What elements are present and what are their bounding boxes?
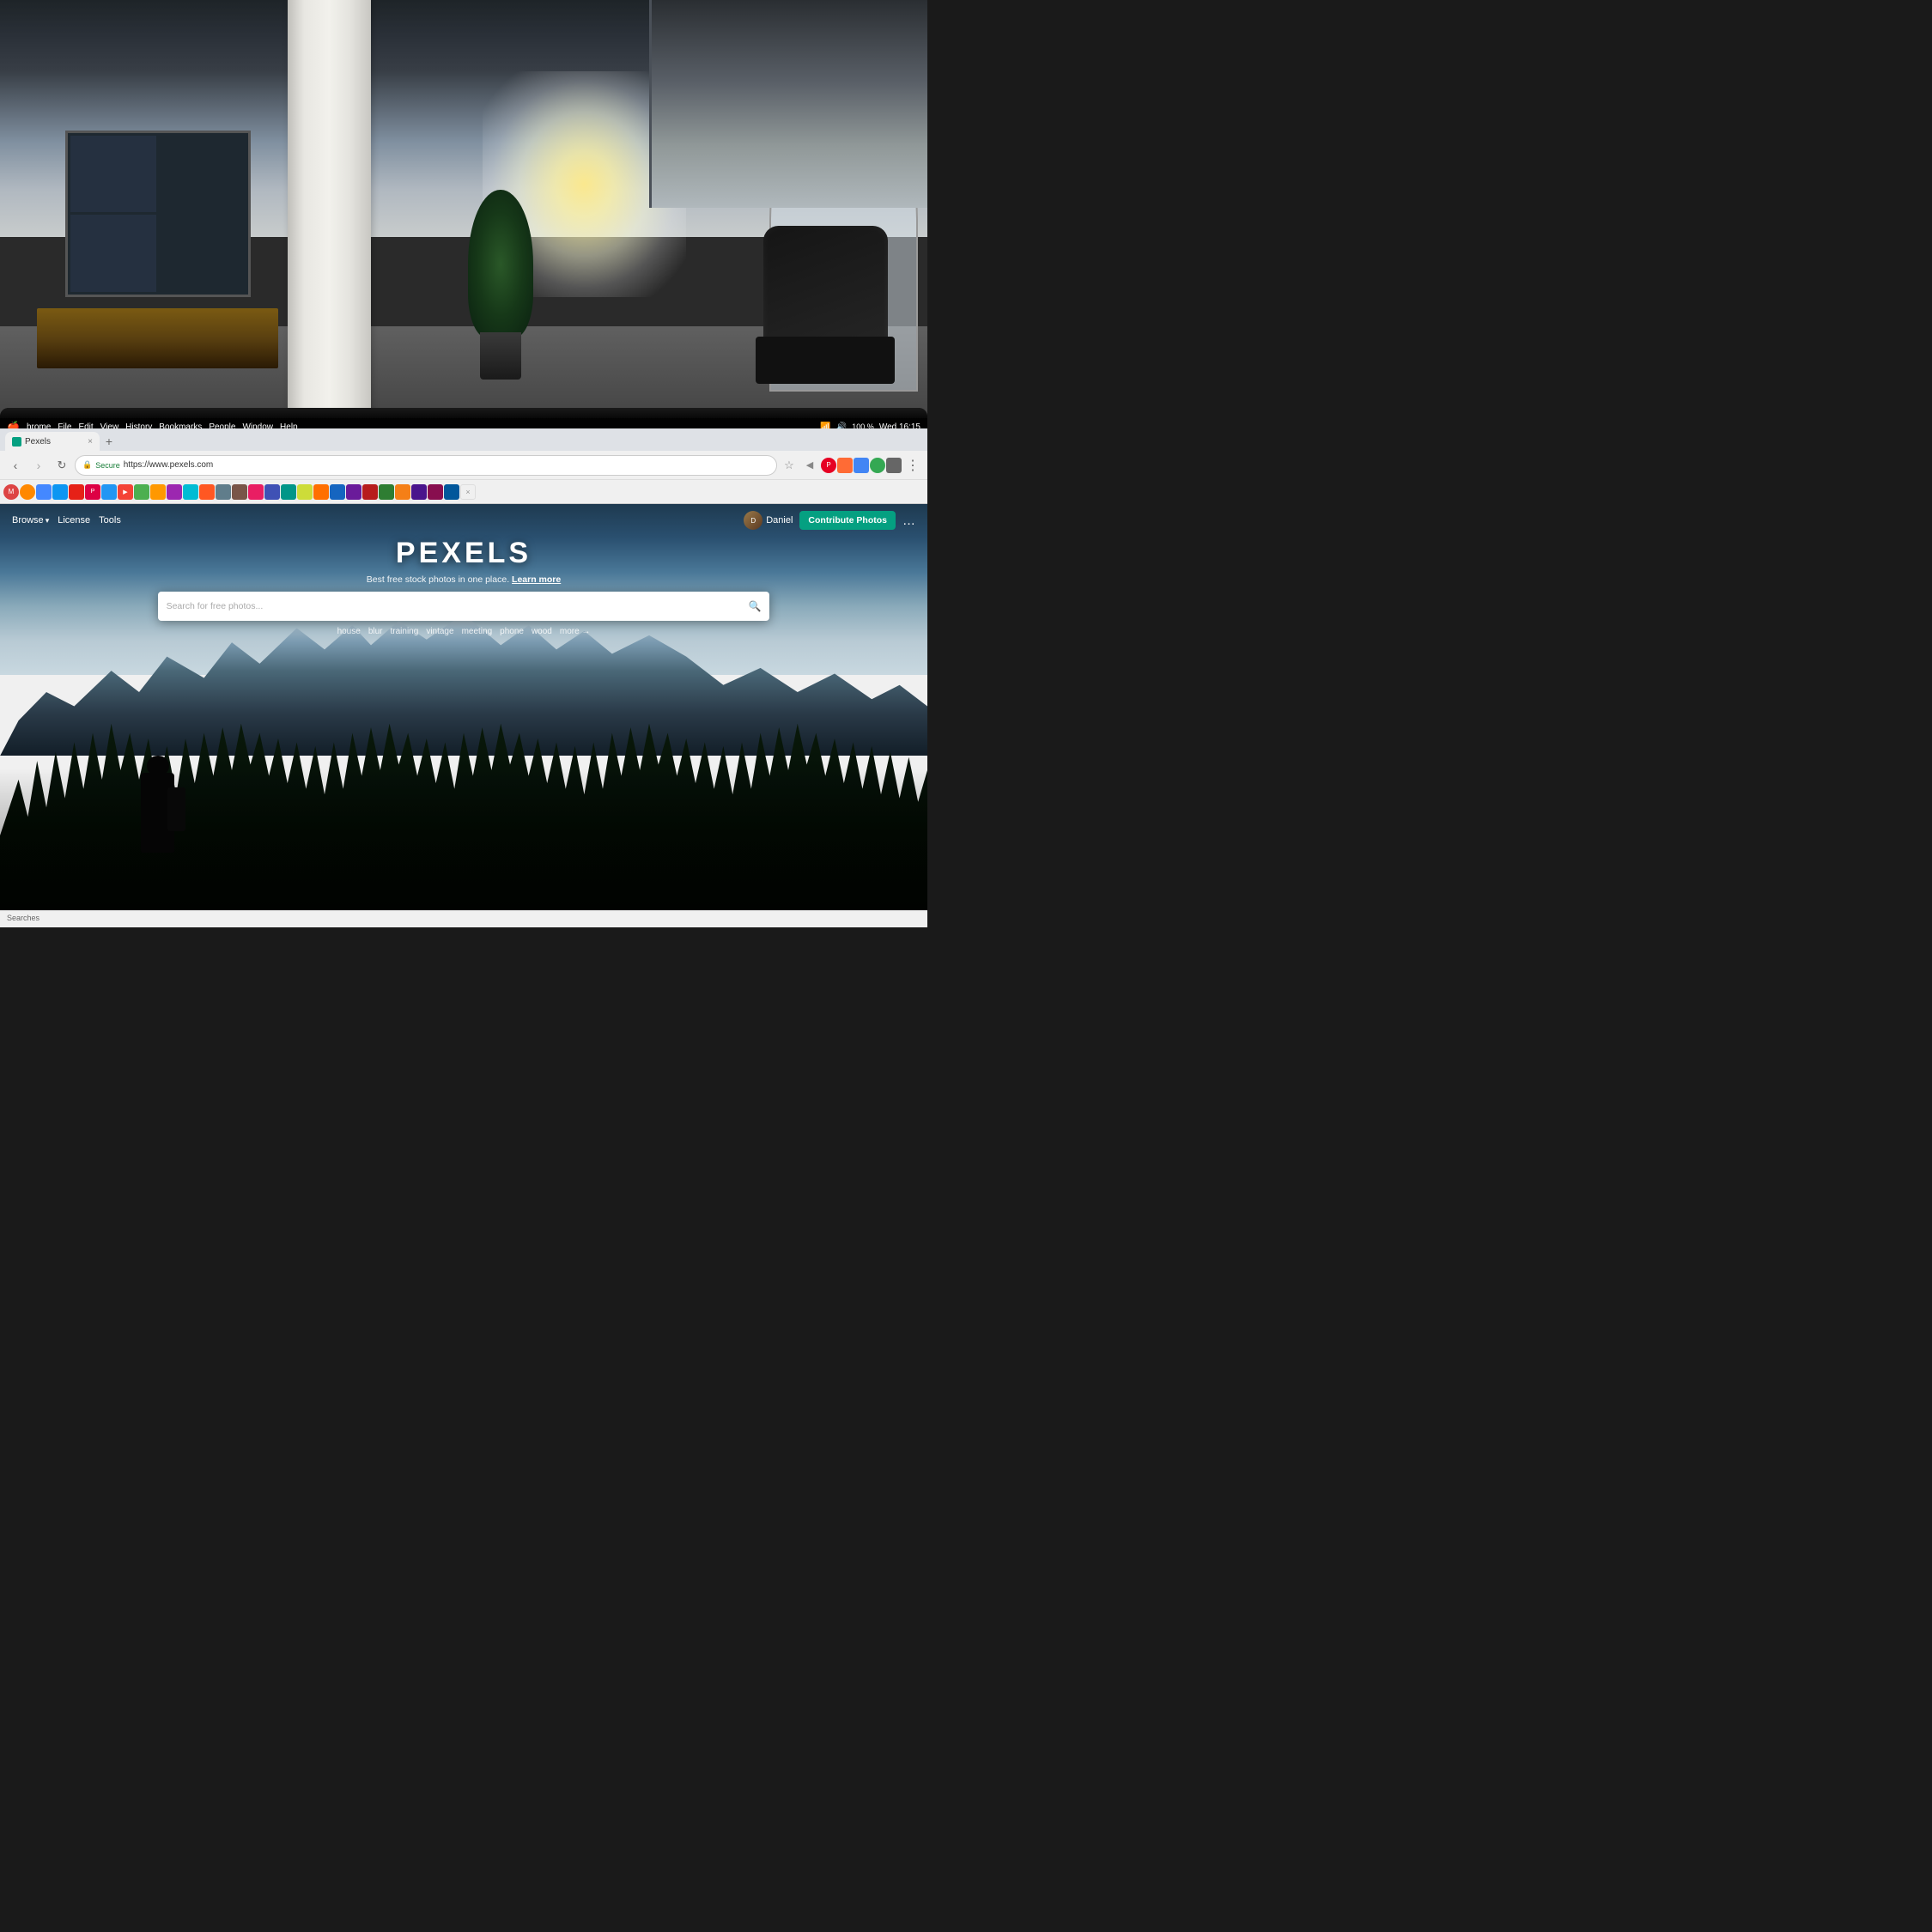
t-icon-25[interactable] (395, 484, 410, 500)
t-icon-15[interactable] (232, 484, 247, 500)
pexels-more-btn[interactable]: … (902, 513, 915, 528)
t-icon-4[interactable] (52, 484, 68, 500)
screen-container: 🍎 hrome File Edit View History Bookmarks… (0, 408, 927, 927)
main-container: 🍎 hrome File Edit View History Bookmarks… (0, 0, 927, 927)
statusbar-text: Searches (7, 914, 39, 922)
pexels-username: Daniel (766, 515, 793, 526)
ext-pinterest[interactable]: P (821, 458, 836, 473)
t-icon-22[interactable] (346, 484, 361, 500)
new-tab-btn[interactable]: + (100, 432, 118, 451)
bookmark-btn[interactable]: ☆ (780, 456, 799, 475)
t-icon-19[interactable] (297, 484, 313, 500)
refresh-button[interactable]: ↻ (52, 455, 72, 476)
browser-frame: Pexels × + ‹ › ↻ 🔒 Secure https://www.pe… (0, 428, 927, 927)
person-silhouette (130, 756, 185, 869)
t-icon-7[interactable] (101, 484, 117, 500)
pexels-avatar: D (744, 511, 762, 530)
pexels-nav-right: D Daniel Contribute Photos … (744, 511, 915, 530)
t-icon-2[interactable] (20, 484, 35, 500)
browser-statusbar: Searches (0, 910, 927, 924)
learn-more-link[interactable]: Learn more (512, 574, 561, 585)
t-icon-11[interactable] (167, 484, 182, 500)
tag-training[interactable]: training (391, 627, 419, 636)
menu-btn[interactable]: ⋮ (903, 456, 922, 475)
t-icon-27[interactable] (428, 484, 443, 500)
t-icon-13[interactable] (199, 484, 215, 500)
tag-blur[interactable]: blur (368, 627, 383, 636)
tag-vintage[interactable]: vintage (426, 627, 453, 636)
ext-3[interactable] (854, 458, 869, 473)
ext-5[interactable] (886, 458, 902, 473)
pexels-logo: PEXELS (396, 537, 532, 570)
tab-favicon (12, 437, 21, 447)
t-icon-12[interactable] (183, 484, 198, 500)
search-icon: 🔍 (748, 600, 761, 612)
t-icon-18[interactable] (281, 484, 296, 500)
toolbar-icons-row: M P ▶ (0, 480, 927, 504)
tag-house[interactable]: house (337, 627, 361, 636)
browser-tab[interactable]: Pexels × (5, 432, 100, 451)
pexels-site: Browse▾ License Tools D Daniel Contribut… (0, 504, 927, 910)
t-icon-gmail[interactable]: M (3, 484, 19, 500)
pexels-browse-btn[interactable]: Browse▾ (12, 515, 49, 526)
tag-meeting[interactable]: meeting (462, 627, 493, 636)
secure-icon: 🔒 (82, 460, 92, 470)
pexels-license-btn[interactable]: License (58, 515, 90, 526)
pexels-tools-btn[interactable]: Tools (99, 515, 121, 526)
t-icon-14[interactable] (216, 484, 231, 500)
pexels-tags: house blur training vintage meeting phon… (337, 627, 591, 636)
t-icon-21[interactable] (330, 484, 345, 500)
browser-nav-right: ☆ ◀ P ⋮ (780, 456, 922, 475)
address-bar[interactable]: 🔒 Secure https://www.pexels.com (75, 455, 777, 476)
search-input-placeholder: Search for free photos... (167, 601, 749, 611)
t-icon-24[interactable] (379, 484, 394, 500)
t-icon-23[interactable] (362, 484, 378, 500)
pexels-navbar: Browse▾ License Tools D Daniel Contribut… (0, 504, 927, 537)
t-icon-close[interactable]: × (460, 484, 476, 500)
t-icon-5[interactable] (69, 484, 84, 500)
t-icon-17[interactable] (264, 484, 280, 500)
extension-icons: P (821, 458, 902, 473)
t-icon-26[interactable] (411, 484, 427, 500)
ext-4[interactable] (870, 458, 885, 473)
t-icon-10[interactable] (150, 484, 166, 500)
t-icon-6[interactable]: P (85, 484, 100, 500)
tag-more[interactable]: more → (560, 627, 591, 636)
pexels-tagline: Best free stock photos in one place. Lea… (367, 574, 561, 585)
tab-close-icon[interactable]: × (88, 437, 93, 447)
t-icon-3[interactable] (36, 484, 52, 500)
pexels-contribute-btn[interactable]: Contribute Photos (799, 511, 896, 530)
back-button[interactable]: ‹ (5, 455, 26, 476)
tag-phone[interactable]: phone (500, 627, 524, 636)
ext-2[interactable] (837, 458, 853, 473)
url-display: https://www.pexels.com (124, 460, 213, 470)
t-icon-8[interactable]: ▶ (118, 484, 133, 500)
t-icon-28[interactable] (444, 484, 459, 500)
tag-wood[interactable]: wood (532, 627, 552, 636)
t-icon-9[interactable] (134, 484, 149, 500)
pexels-user-area[interactable]: D Daniel (744, 511, 793, 530)
forward-button[interactable]: › (28, 455, 49, 476)
tab-title: Pexels (25, 437, 84, 447)
pexels-search-bar[interactable]: Search for free photos... 🔍 (158, 592, 770, 621)
pexels-hero-content: PEXELS Best free stock photos in one pla… (0, 537, 927, 636)
read-aloud-btn[interactable]: ◀ (800, 456, 819, 475)
t-icon-16[interactable] (248, 484, 264, 500)
secure-label: Secure (95, 461, 120, 470)
t-icon-20[interactable] (313, 484, 329, 500)
